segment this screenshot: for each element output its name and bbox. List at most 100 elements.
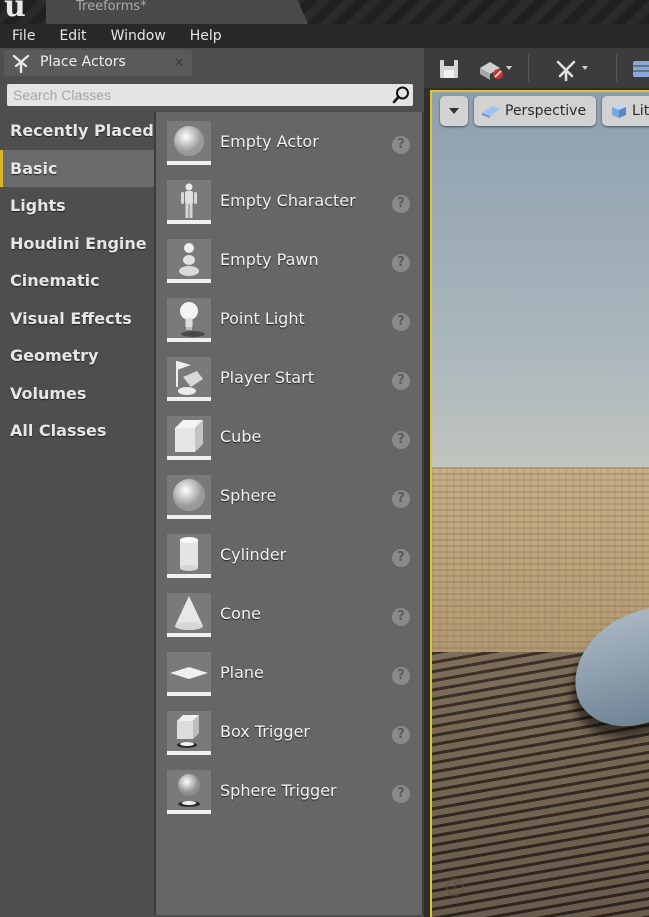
close-icon[interactable]: × xyxy=(174,55,184,69)
chevron-down-icon xyxy=(449,108,459,114)
menu-file[interactable]: File xyxy=(0,24,47,48)
actor-thumbnail xyxy=(167,652,211,696)
sphere-icon xyxy=(173,479,205,511)
document-tab[interactable]: Treeforms* xyxy=(46,0,308,24)
actor-thumbnail xyxy=(167,180,211,224)
help-icon[interactable]: ? xyxy=(392,667,410,685)
actor-label: Sphere Trigger xyxy=(220,781,337,800)
actor-label: Empty Character xyxy=(220,191,356,210)
box-trigger-icon xyxy=(177,715,199,748)
search-input[interactable] xyxy=(7,84,383,106)
actor-thumbnail xyxy=(167,593,211,637)
lit-button[interactable]: Lit xyxy=(602,96,649,126)
actor-item-player-start[interactable]: Player Start ? xyxy=(156,350,422,408)
actor-label: Sphere xyxy=(220,486,277,505)
help-icon[interactable]: ? xyxy=(392,549,410,567)
menu-edit[interactable]: Edit xyxy=(47,24,98,48)
viewport-options-button[interactable] xyxy=(440,96,468,126)
help-icon[interactable]: ? xyxy=(392,313,410,331)
actor-item-empty-actor[interactable]: Empty Actor ? xyxy=(156,114,422,172)
actor-item-cone[interactable]: Cone ? xyxy=(156,586,422,644)
category-houdini-engine[interactable]: Houdini Engine xyxy=(0,225,154,263)
actor-item-empty-character[interactable]: Empty Character ? xyxy=(156,173,422,231)
document-tab-label: Treeforms* xyxy=(76,0,147,14)
category-visual-effects[interactable]: Visual Effects xyxy=(0,300,154,338)
category-geometry[interactable]: Geometry xyxy=(0,337,154,375)
cylinder-icon xyxy=(180,537,198,571)
help-icon[interactable]: ? xyxy=(392,372,410,390)
category-recently-placed[interactable]: Recently Placed xyxy=(0,112,154,150)
perspective-button[interactable]: Perspective xyxy=(474,96,596,126)
level-viewport[interactable]: Perspective Lit ? xyxy=(430,90,649,917)
character-icon xyxy=(181,183,197,218)
actor-label: Cylinder xyxy=(220,545,287,564)
actor-item-cylinder[interactable]: Cylinder ? xyxy=(156,527,422,585)
lit-cube-icon xyxy=(612,104,626,118)
actor-label: Point Light xyxy=(220,309,305,328)
actor-list: Empty Actor ? Empty Character ? Empty Pa… xyxy=(154,112,426,915)
help-icon[interactable]: ? xyxy=(392,431,410,449)
lit-label: Lit xyxy=(632,103,649,119)
content-browser-icon[interactable] xyxy=(630,56,649,82)
actor-item-empty-pawn[interactable]: Empty Pawn ? xyxy=(156,232,422,290)
place-actors-panel: Place Actors × Recently Placed Basic Lig… xyxy=(0,48,426,917)
help-icon[interactable]: ? xyxy=(392,195,410,213)
source-control-icon[interactable] xyxy=(476,56,516,82)
menu-help[interactable]: Help xyxy=(178,24,234,48)
help-icon[interactable]: ? xyxy=(392,608,410,626)
actor-label: Box Trigger xyxy=(220,722,311,741)
lightbulb-icon xyxy=(180,302,205,337)
unreal-logo-icon: u xyxy=(4,0,26,24)
category-basic[interactable]: Basic xyxy=(0,149,154,187)
actor-item-point-light[interactable]: Point Light ? xyxy=(156,291,422,349)
place-actors-tab[interactable]: Place Actors × xyxy=(4,50,192,76)
title-bar: u Treeforms* xyxy=(0,0,649,24)
actor-label: Empty Actor xyxy=(220,132,319,151)
help-icon[interactable]: ? xyxy=(392,726,410,744)
actor-thumbnail xyxy=(167,121,211,165)
search-box xyxy=(7,84,413,106)
actor-thumbnail xyxy=(167,357,211,401)
actor-label: Cube xyxy=(220,427,262,446)
menu-window[interactable]: Window xyxy=(99,24,178,48)
help-icon[interactable]: ? xyxy=(392,254,410,272)
actor-item-sphere-trigger[interactable]: Sphere Trigger ? xyxy=(156,763,422,821)
viewport-area: Perspective Lit ? xyxy=(424,48,649,917)
search-icon[interactable] xyxy=(391,85,411,105)
sphere-icon xyxy=(174,126,204,156)
help-icon[interactable]: ? xyxy=(392,136,410,154)
actor-thumbnail xyxy=(167,770,211,814)
perspective-label: Perspective xyxy=(505,103,587,119)
help-icon[interactable]: ? xyxy=(392,785,410,803)
category-volumes[interactable]: Volumes xyxy=(0,375,154,413)
actor-thumbnail xyxy=(167,239,211,283)
category-all-classes[interactable]: All Classes xyxy=(0,412,154,450)
cube-icon xyxy=(175,420,203,452)
actor-thumbnail xyxy=(167,475,211,519)
actor-thumbnail xyxy=(167,298,211,342)
viewport-help-icon[interactable]: ? xyxy=(446,878,464,896)
plane-icon xyxy=(170,667,208,679)
actor-item-plane[interactable]: Plane ? xyxy=(156,645,422,703)
actor-item-cube[interactable]: Cube ? xyxy=(156,409,422,467)
category-lights[interactable]: Lights xyxy=(0,187,154,225)
menu-bar: File Edit Window Help xyxy=(0,24,649,48)
toolbar-divider xyxy=(616,54,617,82)
modes-icon[interactable] xyxy=(552,56,592,82)
place-actors-icon xyxy=(12,54,30,74)
actor-item-sphere[interactable]: Sphere ? xyxy=(156,468,422,526)
actor-label: Empty Pawn xyxy=(220,250,319,269)
category-cinematic[interactable]: Cinematic xyxy=(0,262,154,300)
category-list: Recently Placed Basic Lights Houdini Eng… xyxy=(0,112,154,450)
main-toolbar xyxy=(424,48,649,88)
sphere-trigger-icon xyxy=(178,774,200,807)
actor-thumbnail xyxy=(167,711,211,755)
actor-item-box-trigger[interactable]: Box Trigger ? xyxy=(156,704,422,762)
player-start-icon xyxy=(176,361,203,395)
perspective-icon xyxy=(482,106,500,118)
actor-label: Cone xyxy=(220,604,261,623)
toolbar-divider xyxy=(528,54,529,82)
save-icon[interactable] xyxy=(436,56,462,82)
help-icon[interactable]: ? xyxy=(392,490,410,508)
actor-label: Player Start xyxy=(220,368,314,387)
